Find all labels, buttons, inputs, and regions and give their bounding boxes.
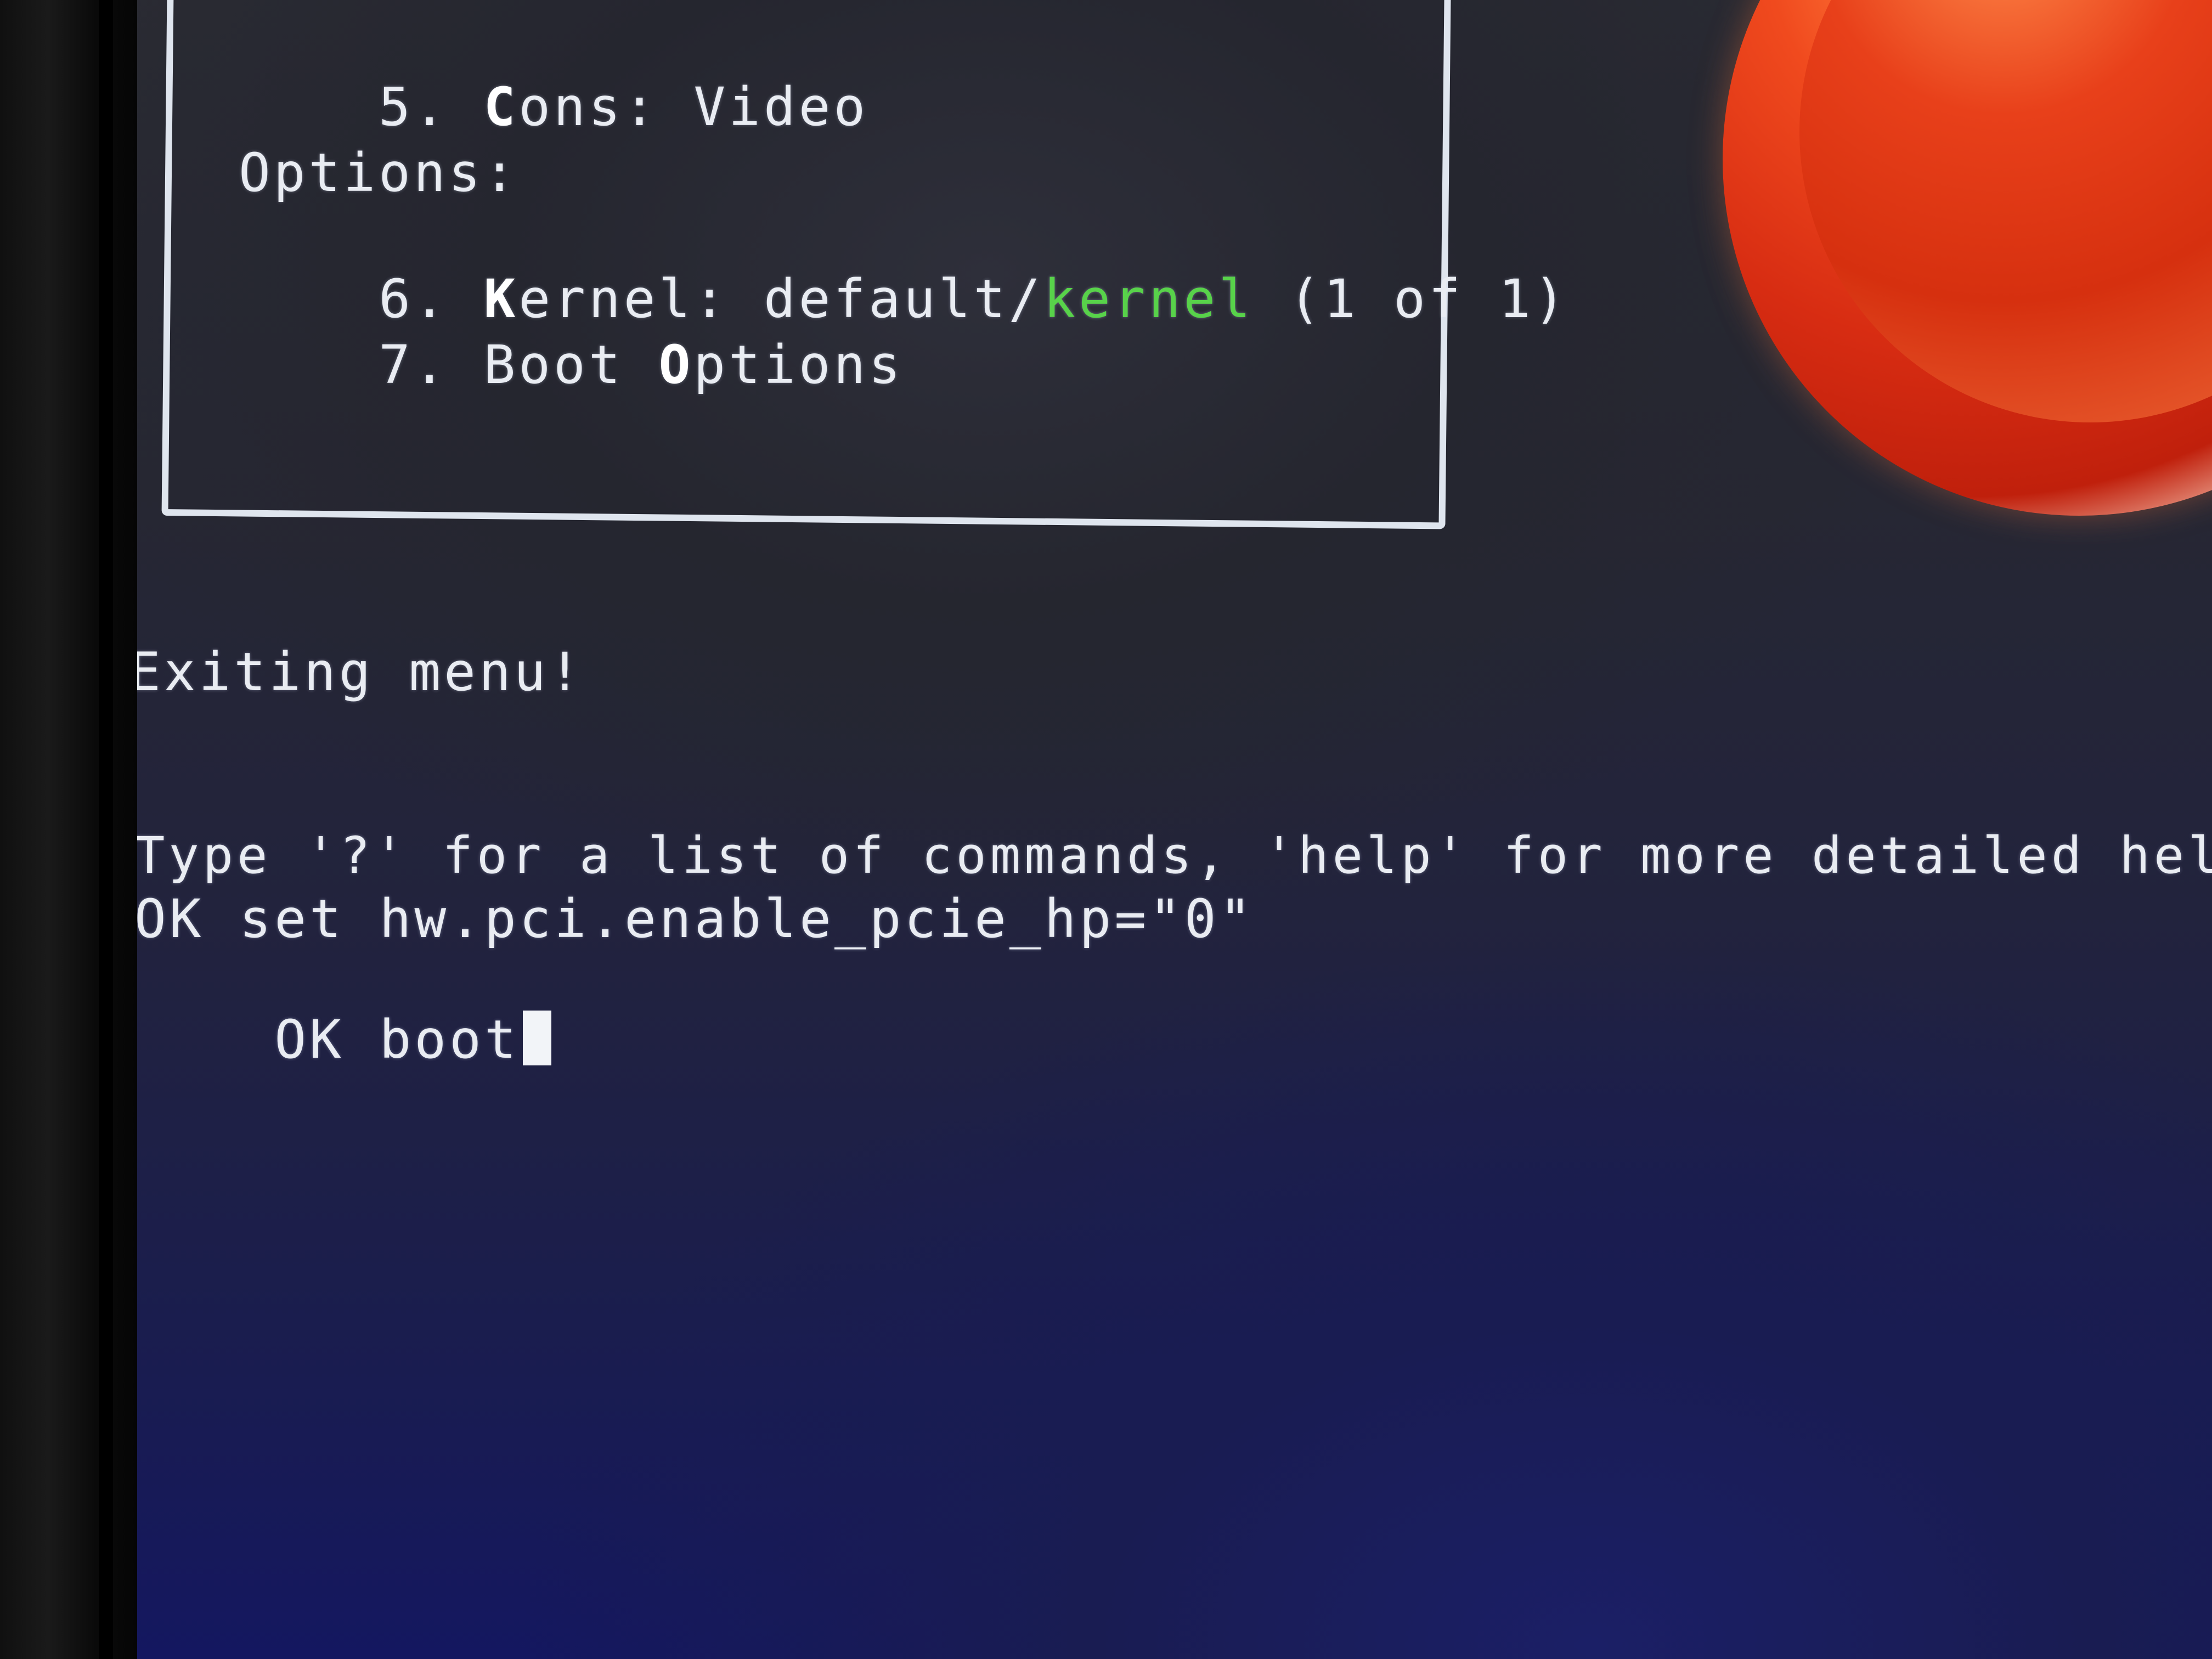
boot-loader-screen: 5. Cons: Video Options: 6. Kernel: defau…	[0, 0, 2212, 1659]
kernel-count: (1 of 1)	[1288, 268, 1569, 330]
console-prompt-line[interactable]: OK boot	[134, 949, 551, 1130]
menu-item-hotkey: O	[658, 334, 694, 396]
exit-message: Exiting menu!	[129, 641, 584, 703]
kernel-name: kernel	[1043, 268, 1254, 330]
bezel-edge	[99, 0, 113, 1659]
menu-item-value: Video	[693, 76, 869, 138]
logo-orb	[1799, 0, 2212, 422]
menu-item-hotkey: C	[483, 76, 519, 138]
freebsd-logo-icon	[1723, 0, 2212, 516]
console-command-boot[interactable]: OK boot	[274, 1009, 520, 1070]
console-command-set: OK set hw.pci.enable_pcie_hp="0"	[134, 888, 1255, 950]
monitor-bezel	[0, 0, 137, 1659]
text-cursor	[522, 1011, 551, 1065]
menu-item-boot-options[interactable]: 7. Boot Options	[239, 274, 904, 455]
menu-item-label: ons:	[518, 76, 659, 138]
menu-item-label: ptions	[693, 334, 904, 396]
menu-item-number: 5.	[379, 76, 449, 138]
help-hint: Type '?' for a list of commands, 'help' …	[134, 826, 2212, 885]
options-heading: Options:	[239, 142, 519, 204]
menu-item-number: 7.	[379, 334, 449, 396]
menu-item-label-prefix: Boot	[483, 334, 624, 396]
